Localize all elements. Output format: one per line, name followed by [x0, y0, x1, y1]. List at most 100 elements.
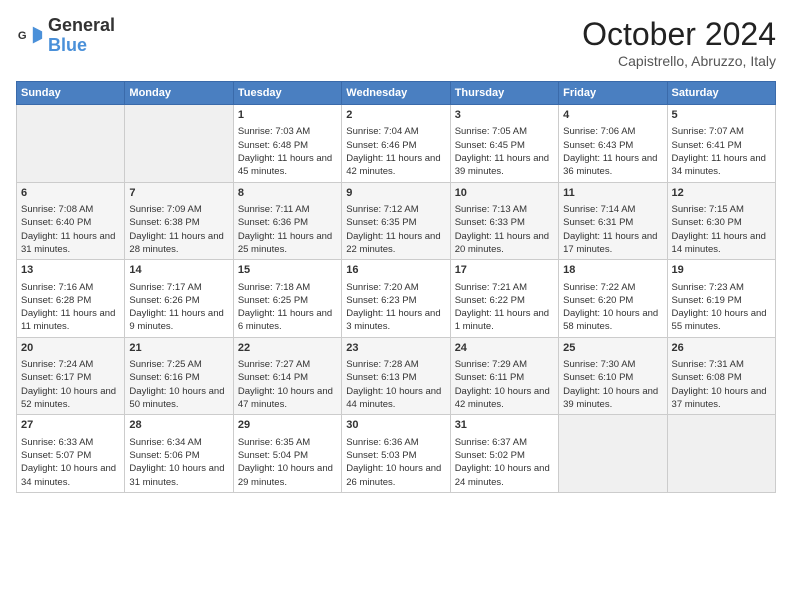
- day-info: Daylight: 10 hours and 55 minutes.: [672, 307, 771, 334]
- calendar-week-row: 6Sunrise: 7:08 AMSunset: 6:40 PMDaylight…: [17, 182, 776, 260]
- day-number: 30: [346, 418, 445, 433]
- day-number: 15: [238, 263, 337, 278]
- calendar-cell: 3Sunrise: 7:05 AMSunset: 6:45 PMDaylight…: [450, 105, 558, 183]
- day-info: Sunrise: 7:16 AM: [21, 281, 120, 294]
- day-info: Daylight: 10 hours and 34 minutes.: [21, 462, 120, 489]
- day-info: Sunset: 6:35 PM: [346, 216, 445, 229]
- day-info: Daylight: 11 hours and 28 minutes.: [129, 230, 228, 257]
- day-info: Sunset: 6:41 PM: [672, 139, 771, 152]
- day-info: Sunrise: 7:12 AM: [346, 203, 445, 216]
- logo-text: General Blue: [48, 16, 115, 56]
- day-info: Sunset: 6:48 PM: [238, 139, 337, 152]
- calendar-cell: 25Sunrise: 7:30 AMSunset: 6:10 PMDayligh…: [559, 337, 667, 415]
- day-number: 20: [21, 341, 120, 356]
- day-info: Sunrise: 7:15 AM: [672, 203, 771, 216]
- day-info: Sunset: 6:16 PM: [129, 371, 228, 384]
- day-info: Daylight: 11 hours and 9 minutes.: [129, 307, 228, 334]
- calendar-cell: 16Sunrise: 7:20 AMSunset: 6:23 PMDayligh…: [342, 260, 450, 338]
- day-info: Sunset: 6:20 PM: [563, 294, 662, 307]
- day-info: Sunrise: 7:04 AM: [346, 125, 445, 138]
- day-info: Sunrise: 7:13 AM: [455, 203, 554, 216]
- day-info: Sunset: 6:31 PM: [563, 216, 662, 229]
- day-info: Sunrise: 7:17 AM: [129, 281, 228, 294]
- day-info: Sunset: 6:13 PM: [346, 371, 445, 384]
- day-info: Daylight: 11 hours and 42 minutes.: [346, 152, 445, 179]
- calendar-cell: 17Sunrise: 7:21 AMSunset: 6:22 PMDayligh…: [450, 260, 558, 338]
- day-info: Sunrise: 7:07 AM: [672, 125, 771, 138]
- day-info: Sunrise: 7:27 AM: [238, 358, 337, 371]
- day-number: 12: [672, 186, 771, 201]
- logo: G General Blue: [16, 16, 115, 56]
- dow-header: Wednesday: [342, 82, 450, 105]
- day-info: Daylight: 11 hours and 20 minutes.: [455, 230, 554, 257]
- title-block: October 2024 Capistrello, Abruzzo, Italy: [582, 16, 776, 69]
- day-info: Sunrise: 7:25 AM: [129, 358, 228, 371]
- dow-header: Saturday: [667, 82, 775, 105]
- day-info: Sunset: 6:43 PM: [563, 139, 662, 152]
- day-info: Daylight: 11 hours and 45 minutes.: [238, 152, 337, 179]
- day-info: Sunrise: 6:35 AM: [238, 436, 337, 449]
- calendar-cell: 12Sunrise: 7:15 AMSunset: 6:30 PMDayligh…: [667, 182, 775, 260]
- dow-header: Tuesday: [233, 82, 341, 105]
- day-number: 7: [129, 186, 228, 201]
- day-info: Daylight: 10 hours and 24 minutes.: [455, 462, 554, 489]
- day-info: Sunset: 5:06 PM: [129, 449, 228, 462]
- day-number: 26: [672, 341, 771, 356]
- calendar-cell: 27Sunrise: 6:33 AMSunset: 5:07 PMDayligh…: [17, 415, 125, 493]
- day-info: Sunrise: 7:28 AM: [346, 358, 445, 371]
- calendar-cell: 31Sunrise: 6:37 AMSunset: 5:02 PMDayligh…: [450, 415, 558, 493]
- day-info: Daylight: 11 hours and 31 minutes.: [21, 230, 120, 257]
- calendar-week-row: 20Sunrise: 7:24 AMSunset: 6:17 PMDayligh…: [17, 337, 776, 415]
- dow-header: Sunday: [17, 82, 125, 105]
- day-info: Sunrise: 7:18 AM: [238, 281, 337, 294]
- calendar-cell: 23Sunrise: 7:28 AMSunset: 6:13 PMDayligh…: [342, 337, 450, 415]
- calendar-cell: 29Sunrise: 6:35 AMSunset: 5:04 PMDayligh…: [233, 415, 341, 493]
- calendar-cell: 30Sunrise: 6:36 AMSunset: 5:03 PMDayligh…: [342, 415, 450, 493]
- day-number: 5: [672, 108, 771, 123]
- calendar-cell: 19Sunrise: 7:23 AMSunset: 6:19 PMDayligh…: [667, 260, 775, 338]
- calendar-cell: 5Sunrise: 7:07 AMSunset: 6:41 PMDaylight…: [667, 105, 775, 183]
- day-number: 31: [455, 418, 554, 433]
- day-number: 22: [238, 341, 337, 356]
- day-info: Sunrise: 7:23 AM: [672, 281, 771, 294]
- calendar-cell: 6Sunrise: 7:08 AMSunset: 6:40 PMDaylight…: [17, 182, 125, 260]
- day-info: Sunrise: 7:06 AM: [563, 125, 662, 138]
- calendar-week-row: 1Sunrise: 7:03 AMSunset: 6:48 PMDaylight…: [17, 105, 776, 183]
- day-info: Daylight: 11 hours and 14 minutes.: [672, 230, 771, 257]
- day-info: Daylight: 11 hours and 11 minutes.: [21, 307, 120, 334]
- day-number: 18: [563, 263, 662, 278]
- calendar-week-row: 27Sunrise: 6:33 AMSunset: 5:07 PMDayligh…: [17, 415, 776, 493]
- day-of-week-row: SundayMondayTuesdayWednesdayThursdayFrid…: [17, 82, 776, 105]
- day-info: Sunset: 6:40 PM: [21, 216, 120, 229]
- day-info: Daylight: 10 hours and 52 minutes.: [21, 385, 120, 412]
- calendar-cell: 7Sunrise: 7:09 AMSunset: 6:38 PMDaylight…: [125, 182, 233, 260]
- day-info: Sunset: 6:45 PM: [455, 139, 554, 152]
- dow-header: Friday: [559, 82, 667, 105]
- calendar-cell: 9Sunrise: 7:12 AMSunset: 6:35 PMDaylight…: [342, 182, 450, 260]
- day-info: Daylight: 10 hours and 50 minutes.: [129, 385, 228, 412]
- calendar-cell: 24Sunrise: 7:29 AMSunset: 6:11 PMDayligh…: [450, 337, 558, 415]
- page-header: G General Blue October 2024 Capistrello,…: [16, 16, 776, 69]
- day-info: Daylight: 10 hours and 58 minutes.: [563, 307, 662, 334]
- calendar-week-row: 13Sunrise: 7:16 AMSunset: 6:28 PMDayligh…: [17, 260, 776, 338]
- day-number: 11: [563, 186, 662, 201]
- calendar-cell: 8Sunrise: 7:11 AMSunset: 6:36 PMDaylight…: [233, 182, 341, 260]
- day-info: Sunrise: 7:22 AM: [563, 281, 662, 294]
- day-info: Sunset: 6:08 PM: [672, 371, 771, 384]
- day-info: Daylight: 11 hours and 36 minutes.: [563, 152, 662, 179]
- calendar-cell: [667, 415, 775, 493]
- calendar-cell: 22Sunrise: 7:27 AMSunset: 6:14 PMDayligh…: [233, 337, 341, 415]
- calendar-cell: 21Sunrise: 7:25 AMSunset: 6:16 PMDayligh…: [125, 337, 233, 415]
- day-info: Sunrise: 7:29 AM: [455, 358, 554, 371]
- day-number: 1: [238, 108, 337, 123]
- dow-header: Thursday: [450, 82, 558, 105]
- calendar-table: SundayMondayTuesdayWednesdayThursdayFrid…: [16, 81, 776, 493]
- day-info: Daylight: 10 hours and 39 minutes.: [563, 385, 662, 412]
- day-info: Sunset: 6:22 PM: [455, 294, 554, 307]
- day-info: Sunset: 6:28 PM: [21, 294, 120, 307]
- day-info: Sunrise: 7:24 AM: [21, 358, 120, 371]
- day-info: Daylight: 11 hours and 3 minutes.: [346, 307, 445, 334]
- svg-text:G: G: [18, 30, 27, 42]
- day-number: 29: [238, 418, 337, 433]
- day-info: Daylight: 10 hours and 29 minutes.: [238, 462, 337, 489]
